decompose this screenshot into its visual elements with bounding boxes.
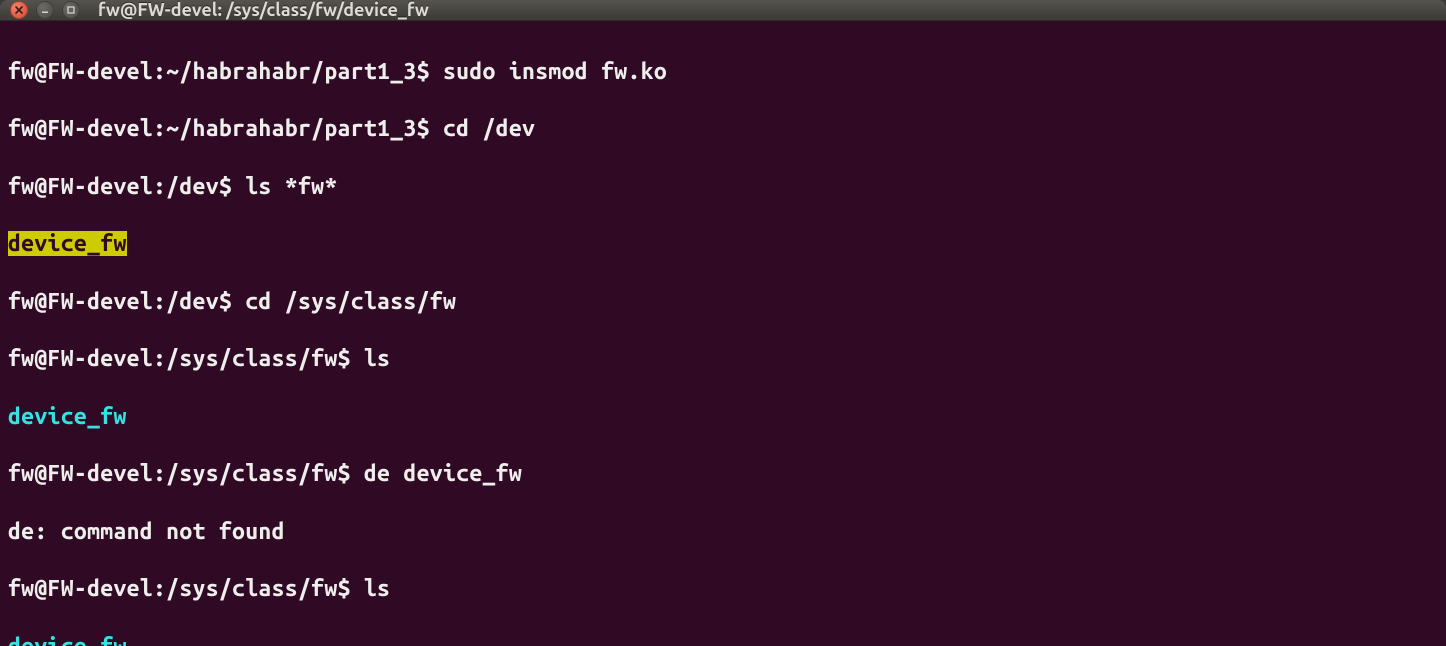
window-title: fw@FW-devel: /sys/class/fw/device_fw bbox=[98, 0, 429, 20]
terminal-window: fw@FW-devel: /sys/class/fw/device_fw fw@… bbox=[0, 0, 1446, 646]
terminal-output: device_fw bbox=[8, 230, 1438, 259]
prompt: fw@FW-devel:/dev$ bbox=[8, 174, 245, 199]
titlebar[interactable]: fw@FW-devel: /sys/class/fw/device_fw bbox=[0, 0, 1446, 21]
prompt: fw@FW-devel:/sys/class/fw$ bbox=[8, 576, 364, 601]
close-icon bbox=[14, 5, 24, 15]
minimize-icon bbox=[40, 5, 50, 15]
command: cd /dev bbox=[443, 116, 535, 141]
close-button[interactable] bbox=[10, 1, 28, 19]
prompt: fw@FW-devel:/dev$ bbox=[8, 289, 245, 314]
window-controls bbox=[10, 1, 80, 19]
terminal-output: de: command not found bbox=[8, 518, 1438, 547]
terminal-line: fw@FW-devel:/sys/class/fw$ ls bbox=[8, 345, 1438, 374]
terminal-line: fw@FW-devel:/dev$ ls *fw* bbox=[8, 173, 1438, 202]
ls-result-highlighted: device_fw bbox=[8, 231, 127, 256]
command: ls bbox=[364, 346, 390, 371]
terminal-body[interactable]: fw@FW-devel:~/habrahabr/part1_3$ sudo in… bbox=[0, 21, 1446, 646]
command: ls bbox=[364, 576, 390, 601]
command: de device_fw bbox=[364, 461, 522, 486]
terminal-output: device_fw bbox=[8, 403, 1438, 432]
ls-result-dir: device_fw bbox=[8, 404, 127, 429]
maximize-icon bbox=[66, 5, 76, 15]
maximize-button[interactable] bbox=[62, 1, 80, 19]
terminal-line: fw@FW-devel:/dev$ cd /sys/class/fw bbox=[8, 288, 1438, 317]
prompt: fw@FW-devel:/sys/class/fw$ bbox=[8, 346, 364, 371]
command: ls *fw* bbox=[245, 174, 337, 199]
terminal-line: fw@FW-devel:/sys/class/fw$ ls bbox=[8, 575, 1438, 604]
terminal-line: fw@FW-devel:~/habrahabr/part1_3$ cd /dev bbox=[8, 115, 1438, 144]
prompt: fw@FW-devel:~/habrahabr/part1_3$ bbox=[8, 59, 443, 84]
prompt: fw@FW-devel:~/habrahabr/part1_3$ bbox=[8, 116, 443, 141]
terminal-output: device_fw bbox=[8, 633, 1438, 646]
terminal-line: fw@FW-devel:~/habrahabr/part1_3$ sudo in… bbox=[8, 58, 1438, 87]
prompt: fw@FW-devel:/sys/class/fw$ bbox=[8, 461, 364, 486]
command: sudo insmod fw.ko bbox=[443, 59, 667, 84]
command: cd /sys/class/fw bbox=[245, 289, 456, 314]
ls-result-dir: device_fw bbox=[8, 634, 127, 646]
terminal-line: fw@FW-devel:/sys/class/fw$ de device_fw bbox=[8, 460, 1438, 489]
minimize-button[interactable] bbox=[36, 1, 54, 19]
error-text: de: command not found bbox=[8, 519, 285, 544]
